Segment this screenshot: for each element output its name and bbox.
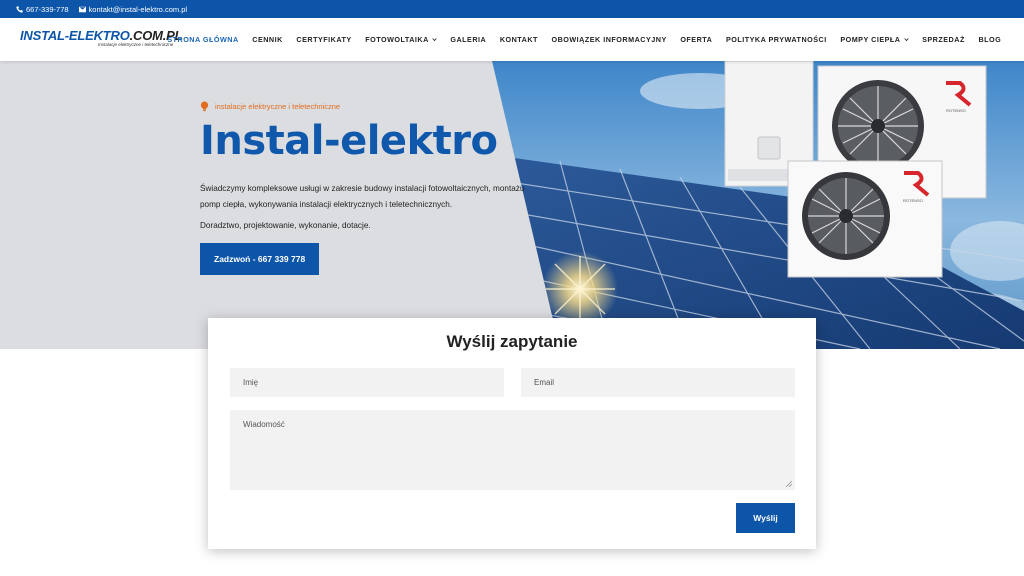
phone-icon	[16, 5, 23, 13]
site-header: INSTAL-ELEKTRO.COM.PL Instalacje elektry…	[0, 18, 1024, 61]
logo-wordmark: INSTAL-ELEKTRO.COM.PL	[20, 28, 183, 43]
topbar-email-text: kontakt@instal-elektro.com.pl	[88, 4, 188, 14]
hero-subtitle: instalacje elektryczne i teletechniczne	[200, 101, 530, 112]
hero-text-block: instalacje elektryczne i teletechniczne …	[200, 101, 530, 275]
nav-item-certyfikaty[interactable]: CERTYFIKATY	[290, 35, 359, 44]
nav-item-label: OBOWIĄZEK INFORMACYJNY	[551, 35, 667, 44]
name-field-placeholder: Imię	[243, 378, 259, 387]
unit-brand-label-bottom: ROTENSO	[903, 198, 923, 203]
name-field[interactable]: Imię	[230, 368, 504, 397]
nav-item-oferta[interactable]: OFERTA	[674, 35, 720, 44]
envelope-icon	[78, 6, 86, 12]
nav-item-kontakt[interactable]: KONTAKT	[493, 35, 545, 44]
nav-item-polityka-prywatnos-ci[interactable]: POLITYKA PRYWATNOŚCI	[719, 35, 833, 44]
nav-item-label: STRONA GŁÓWNA	[167, 35, 239, 44]
nav-item-blog[interactable]: BLOG	[972, 35, 1008, 44]
hero-description: Świadczymy kompleksowe usługi w zakresie…	[200, 184, 525, 209]
main-navigation: STRONA GŁÓWNA CENNIK CERTYFIKATY FOTOWOLTAI…	[161, 18, 1008, 61]
submit-button[interactable]: Wyślij	[736, 503, 795, 533]
nav-item-label: SPRZEDAŻ	[922, 35, 965, 44]
inquiry-form: Wyślij zapytanie Imię Email Wiadomość Wy…	[208, 318, 816, 549]
nav-item-label: CENNIK	[252, 35, 283, 44]
nav-item-label: GALERIA	[450, 35, 487, 44]
nav-item-strona-g-o-wna[interactable]: STRONA GŁÓWNA	[161, 35, 246, 44]
unit-brand-label-top: ROTENSO	[946, 108, 966, 113]
chevron-down-icon	[903, 38, 909, 42]
site-logo[interactable]: INSTAL-ELEKTRO.COM.PL Instalacje elektry…	[20, 28, 183, 51]
nav-item-label: OFERTA	[680, 35, 713, 44]
lightbulb-icon	[200, 101, 209, 112]
top-contact-bar: 667-339-778 kontakt@instal-elektro.com.p…	[0, 0, 1024, 18]
form-title: Wyślij zapytanie	[446, 332, 578, 351]
nav-item-label: POLITYKA PRYWATNOŚCI	[725, 35, 827, 44]
call-button[interactable]: Zadzwoń - 667 339 778	[200, 243, 320, 275]
nav-item-galeria[interactable]: GALERIA	[444, 35, 493, 44]
logo-main-text: INSTAL-ELEKTRO	[20, 28, 130, 43]
nav-item-cennik[interactable]: CENNIK	[245, 35, 289, 44]
hero-subtitle-text: instalacje elektryczne i teletechniczne	[215, 102, 341, 111]
nav-item-label: KONTAKT	[499, 35, 538, 44]
nav-item-label: CERTYFIKATY	[296, 35, 352, 44]
nav-item-label: FOTOWOLTAIKA	[365, 35, 429, 44]
chevron-down-icon	[432, 38, 437, 42]
nav-item-label: POMPY CIEPŁA	[840, 35, 901, 44]
email-field-placeholder: Email	[534, 378, 555, 387]
topbar-email[interactable]: kontakt@instal-elektro.com.pl	[78, 4, 188, 14]
message-field-placeholder: Wiadomość	[243, 420, 285, 429]
topbar-phone-text: 667-339-778	[26, 4, 69, 14]
message-field[interactable]: Wiadomość	[230, 410, 795, 490]
nav-item-sprzedaz[interactable]: SPRZEDAŻ	[915, 35, 971, 44]
hero-description-secondary: Doradztwo, projektowanie, wykonanie, dot…	[200, 221, 371, 230]
nav-item-obowia-zek-informacyjny[interactable]: OBOWIĄZEK INFORMACYJNY	[545, 35, 674, 44]
nav-item-label: BLOG	[978, 35, 1002, 44]
email-field[interactable]: Email	[521, 368, 795, 397]
hero-title: Instal-elektro	[200, 118, 498, 164]
nav-item-fotowoltaika[interactable]: FOTOWOLTAIKA	[358, 35, 443, 44]
resize-handle-icon[interactable]	[786, 481, 792, 487]
nav-item-pompy-ciep-a[interactable]: POMPY CIEPŁA	[834, 35, 916, 44]
hero-section: ROTENSO ROTENSO instalacje elektryczne i…	[0, 61, 1024, 349]
topbar-phone[interactable]: 667-339-778	[16, 5, 69, 14]
